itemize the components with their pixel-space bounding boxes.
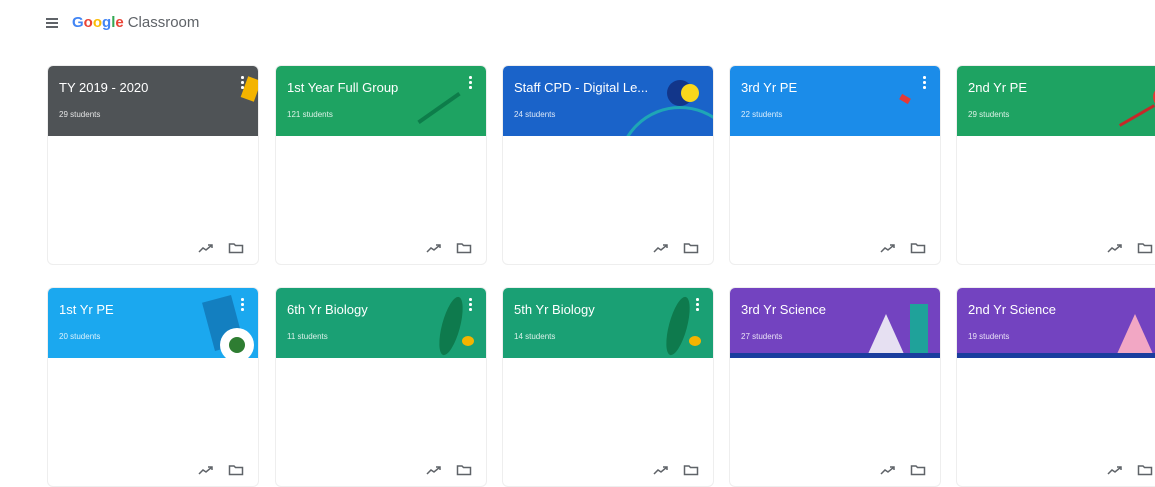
shuttlecock-illustration xyxy=(899,93,911,105)
more-vert-icon[interactable] xyxy=(240,298,244,312)
class-card[interactable]: 6th Yr Biology 11 students xyxy=(275,287,487,487)
test-tube-illustration xyxy=(910,304,928,356)
folder-icon[interactable] xyxy=(228,464,244,476)
more-vert-icon[interactable] xyxy=(468,76,472,90)
arc-illustration xyxy=(617,106,713,136)
class-card[interactable]: 3rd Yr Science 27 students xyxy=(729,287,941,487)
trending-up-icon[interactable] xyxy=(1107,464,1123,476)
more-vert-icon[interactable] xyxy=(695,298,699,312)
folder-icon[interactable] xyxy=(456,464,472,476)
pencil-illustration xyxy=(417,92,461,124)
trending-up-icon[interactable] xyxy=(880,464,896,476)
class-title[interactable]: 3rd Yr Science xyxy=(741,302,826,317)
class-student-count: 20 students xyxy=(59,332,101,341)
class-card[interactable]: 1st Year Full Group 121 students xyxy=(275,65,487,265)
flask-illustration xyxy=(1117,314,1153,354)
google-classroom-logo[interactable]: Google Classroom xyxy=(72,14,199,31)
class-student-count: 29 students xyxy=(59,110,101,119)
folder-icon[interactable] xyxy=(1137,242,1153,254)
class-card[interactable]: 5th Yr Biology 14 students xyxy=(502,287,714,487)
class-card-header[interactable]: 2nd Yr PE 29 students xyxy=(957,66,1155,136)
class-card[interactable]: 1st Yr PE 20 students xyxy=(47,287,259,487)
bench-illustration xyxy=(957,353,1155,358)
class-title[interactable]: 6th Yr Biology xyxy=(287,302,368,317)
classroom-label: Classroom xyxy=(127,14,200,31)
leaf-illustration xyxy=(434,294,468,358)
folder-icon[interactable] xyxy=(910,464,926,476)
hamburger-menu-icon[interactable] xyxy=(46,18,58,28)
class-title[interactable]: 5th Yr Biology xyxy=(514,302,595,317)
folder-icon[interactable] xyxy=(683,242,699,254)
class-student-count: 14 students xyxy=(514,332,556,341)
class-student-count: 11 students xyxy=(287,332,328,341)
class-card-header[interactable]: 1st Yr PE 20 students xyxy=(48,288,258,358)
folder-icon[interactable] xyxy=(456,242,472,254)
class-title[interactable]: Staff CPD - Digital Le... xyxy=(514,80,648,95)
class-card-header[interactable]: 3rd Yr Science 27 students xyxy=(730,288,940,358)
class-student-count: 22 students xyxy=(741,110,783,119)
yellow-dot-illustration xyxy=(681,84,699,102)
trending-up-icon[interactable] xyxy=(653,464,669,476)
class-card[interactable]: TY 2019 - 2020 29 students xyxy=(47,65,259,265)
seed-illustration xyxy=(462,336,474,346)
trending-up-icon[interactable] xyxy=(198,464,214,476)
class-student-count: 27 students xyxy=(741,332,783,341)
class-card-header[interactable]: 5th Yr Biology 14 students xyxy=(503,288,713,358)
class-student-count: 19 students xyxy=(968,332,1010,341)
top-app-bar: Google Classroom xyxy=(0,0,1155,48)
folder-icon[interactable] xyxy=(683,464,699,476)
class-card[interactable]: Staff CPD - Digital Le... 24 students xyxy=(502,65,714,265)
class-student-count: 29 students xyxy=(968,110,1010,119)
trending-up-icon[interactable] xyxy=(1107,242,1123,254)
class-card-header[interactable]: TY 2019 - 2020 29 students xyxy=(48,66,258,136)
class-student-count: 24 students xyxy=(514,110,556,119)
class-card-header[interactable]: 2nd Yr Science 19 students xyxy=(957,288,1155,358)
leaf-illustration xyxy=(661,294,695,358)
more-vert-icon[interactable] xyxy=(922,76,926,90)
class-title[interactable]: TY 2019 - 2020 xyxy=(59,80,148,95)
target-center-illustration xyxy=(229,337,245,353)
class-title[interactable]: 1st Yr PE xyxy=(59,302,114,317)
class-student-count: 121 students xyxy=(287,110,333,119)
trending-up-icon[interactable] xyxy=(426,242,442,254)
bat-illustration xyxy=(1118,104,1155,127)
trending-up-icon[interactable] xyxy=(880,242,896,254)
class-card-header[interactable]: Staff CPD - Digital Le... 24 students xyxy=(503,66,713,136)
class-title[interactable]: 2nd Yr Science xyxy=(968,302,1056,317)
trending-up-icon[interactable] xyxy=(653,242,669,254)
class-card-header[interactable]: 3rd Yr PE 22 students xyxy=(730,66,940,136)
flask-illustration xyxy=(868,314,904,354)
trending-up-icon[interactable] xyxy=(198,242,214,254)
more-vert-icon[interactable] xyxy=(240,76,244,90)
seed-illustration xyxy=(689,336,701,346)
class-title[interactable]: 2nd Yr PE xyxy=(968,80,1027,95)
class-card-header[interactable]: 1st Year Full Group 121 students xyxy=(276,66,486,136)
bench-illustration xyxy=(730,353,940,358)
class-title[interactable]: 1st Year Full Group xyxy=(287,80,398,95)
class-card[interactable]: 3rd Yr PE 22 students xyxy=(729,65,941,265)
folder-icon[interactable] xyxy=(910,242,926,254)
class-card-header[interactable]: 6th Yr Biology 11 students xyxy=(276,288,486,358)
class-card[interactable]: 2nd Yr PE 29 students xyxy=(956,65,1155,265)
folder-icon[interactable] xyxy=(1137,464,1153,476)
trending-up-icon[interactable] xyxy=(426,464,442,476)
class-title[interactable]: 3rd Yr PE xyxy=(741,80,797,95)
class-card[interactable]: 2nd Yr Science 19 students xyxy=(956,287,1155,487)
folder-icon[interactable] xyxy=(228,242,244,254)
more-vert-icon[interactable] xyxy=(468,298,472,312)
